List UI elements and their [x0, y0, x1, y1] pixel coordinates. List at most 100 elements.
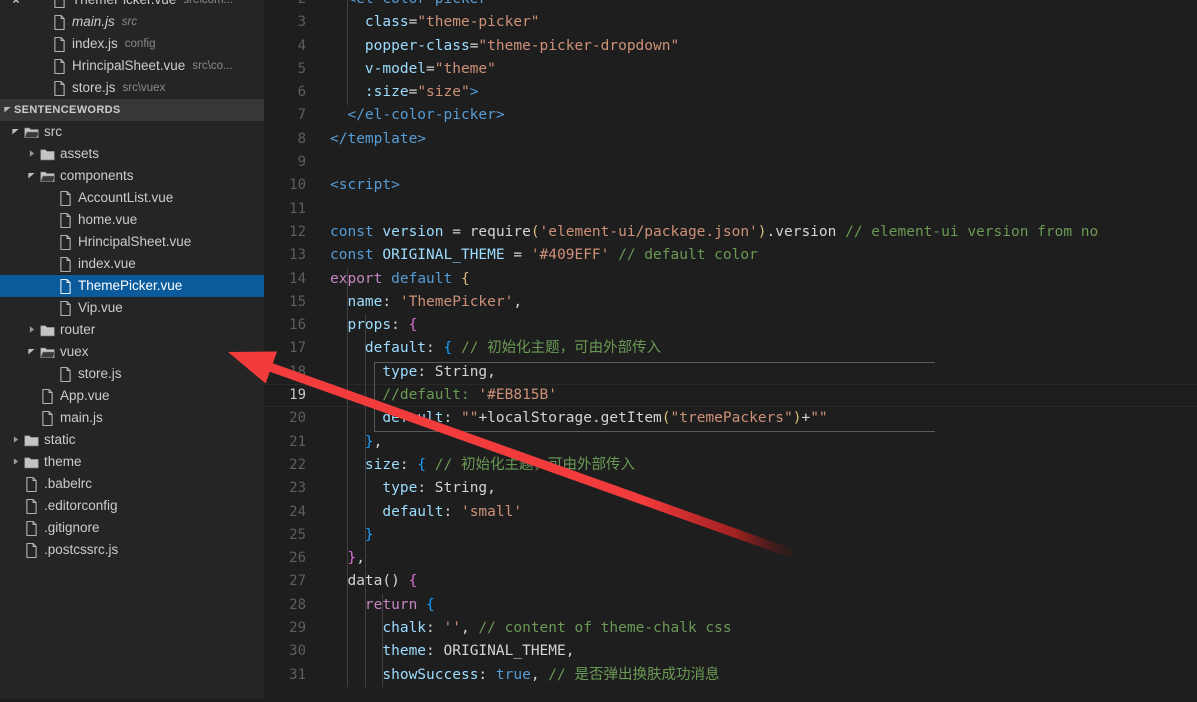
code-line[interactable]: 3 class="theme-picker" [264, 11, 1197, 34]
tree-item-label: .gitignore [44, 520, 100, 535]
code-line[interactable]: 18 type: String, [264, 361, 1197, 384]
code-line[interactable]: 4 popper-class="theme-picker-dropdown" [264, 35, 1197, 58]
code-line[interactable]: 8 </template> [264, 128, 1197, 151]
tree-file-app-vue[interactable]: App.vue [0, 385, 264, 407]
code-token: "size" [417, 84, 470, 101]
code-line[interactable]: 2 <el-color-picker [264, 0, 1197, 11]
code-line[interactable]: 9 [264, 151, 1197, 174]
line-number: 9 [297, 154, 306, 171]
code-line[interactable]: 24 default: 'small' [264, 501, 1197, 524]
code-line[interactable]: 26 }, [264, 547, 1197, 570]
code-line[interactable]: 13 const ORIGINAL_THEME = '#409EFF' // de… [264, 244, 1197, 267]
chevron-down-icon[interactable] [8, 121, 22, 143]
tree-file-hrincipalsheet-vue[interactable]: HrincipalSheet.vue [0, 231, 264, 253]
tree-folder-assets[interactable]: assets [0, 143, 264, 165]
code-line[interactable]: 30 theme: ORIGINAL_THEME, [264, 640, 1197, 663]
tree-item-label: .postcssrc.js [44, 542, 119, 557]
code-line[interactable]: 19 //default: '#EB815B' [264, 384, 1197, 407]
code-line[interactable]: 6 :size="size"> [264, 81, 1197, 104]
code-line[interactable]: 28 return { [264, 594, 1197, 617]
chevron-down-icon[interactable] [24, 165, 38, 187]
file-icon [50, 36, 68, 52]
code-token: type [382, 363, 418, 380]
code-token: = [408, 84, 418, 101]
tree-folder-theme[interactable]: theme [0, 451, 264, 473]
open-editor-item[interactable]: index.js config [0, 33, 264, 55]
line-number: 28 [289, 596, 306, 613]
chevron-down-icon[interactable] [0, 99, 14, 121]
code-line-text: v-model="theme" [320, 58, 1197, 81]
line-number: 18 [289, 363, 306, 380]
code-line[interactable]: 15 name: 'ThemePicker', [264, 291, 1197, 314]
code-token: : [426, 340, 444, 357]
open-editor-item[interactable]: HrincipalSheet.vue src\co... [0, 55, 264, 77]
tree-file--postcssrc-js[interactable]: .postcssrc.js [0, 539, 264, 561]
line-number: 25 [289, 526, 306, 543]
code-token: : [399, 456, 418, 473]
code-token: 'small' [460, 503, 523, 520]
code-token: class [364, 14, 409, 31]
open-editor-item[interactable]: main.js src [0, 11, 264, 33]
tree-folder-static[interactable]: static [0, 429, 264, 451]
code-token: chalk [382, 620, 427, 637]
open-editor-item[interactable]: × ThemePicker.vue src\com... [0, 0, 264, 11]
chevron-right-icon[interactable] [24, 319, 38, 341]
folder-icon [22, 456, 40, 469]
tree-file-store-js[interactable]: store.js [0, 363, 264, 385]
code-editor[interactable]: 2 <el-color-picker3 class="theme-picker"… [264, 0, 1197, 702]
tree-file-accountlist-vue[interactable]: AccountList.vue [0, 187, 264, 209]
code-line[interactable]: 16 props: { [264, 314, 1197, 337]
code-line-text: const version = require('element-ui/pack… [320, 221, 1197, 244]
tree-folder-src[interactable]: src [0, 121, 264, 143]
code-line[interactable]: 5 v-model="theme" [264, 58, 1197, 81]
chevron-right-icon[interactable] [8, 429, 22, 451]
code-token: name [347, 293, 383, 310]
code-line[interactable]: 29 chalk: '', // content of theme-chalk … [264, 617, 1197, 640]
open-editor-item[interactable]: store.js src\vuex [0, 77, 264, 99]
tree-item-label: vuex [60, 344, 89, 359]
code-line[interactable]: 22 size: { // 初始化主题，可由外部传入 [264, 454, 1197, 477]
line-number: 17 [289, 340, 306, 357]
code-line[interactable]: 27 data() { [264, 570, 1197, 593]
tree-file-home-vue[interactable]: home.vue [0, 209, 264, 231]
code-line[interactable]: 23 type: String, [264, 477, 1197, 500]
sidebar-section-sentencewords[interactable]: SENTENCEWORDS [0, 99, 264, 121]
tree-folder-router[interactable]: router [0, 319, 264, 341]
close-icon[interactable]: × [8, 0, 24, 11]
explorer-sidebar: ×ThemePicker.vuesrc\com...main.jssrcinde… [0, 0, 264, 702]
code-line[interactable]: 7 </el-color-picker> [264, 104, 1197, 127]
chevron-right-icon[interactable] [8, 451, 22, 473]
chevron-down-icon[interactable] [24, 341, 38, 363]
tree-file-index-vue[interactable]: index.vue [0, 253, 264, 275]
code-line[interactable]: 10 <script> [264, 174, 1197, 197]
code-token: ORIGINAL_THEME [443, 643, 566, 660]
code-line[interactable]: 20 default: ""+localStorage.getItem("tre… [264, 407, 1197, 430]
tree-folder-components[interactable]: components [0, 165, 264, 187]
code-line[interactable]: 21 }, [264, 431, 1197, 454]
tree-file--editorconfig[interactable]: .editorconfig [0, 495, 264, 517]
code-token: '#409EFF' [530, 247, 610, 264]
tree-file-themepicker-vue[interactable]: ThemePicker.vue [0, 275, 264, 297]
code-line[interactable]: 14 export default { [264, 268, 1197, 291]
tree-file-main-js[interactable]: main.js [0, 407, 264, 429]
code-line[interactable]: 17 default: { // 初始化主题，可由外部传入 [264, 337, 1197, 360]
tree-folder-vuex[interactable]: vuex [0, 341, 264, 363]
code-token: : [478, 666, 496, 683]
workspace-section-header[interactable]: SENTENCEWORDS [0, 99, 264, 121]
tree-file--babelrc[interactable]: .babelrc [0, 473, 264, 495]
code-line[interactable]: 31 showSuccess: true, // 是否弹出换肤成功消息 [264, 664, 1197, 687]
file-icon [22, 542, 40, 558]
tree-file--gitignore[interactable]: .gitignore [0, 517, 264, 539]
folder-icon [22, 434, 40, 447]
code-line[interactable]: 11 [264, 198, 1197, 221]
tree-file-vip-vue[interactable]: Vip.vue [0, 297, 264, 319]
code-token: , [460, 620, 479, 637]
code-line[interactable]: 12 const version = require('element-ui/pa… [264, 221, 1197, 244]
file-icon [56, 278, 74, 294]
code-line[interactable]: 25 } [264, 524, 1197, 547]
chevron-right-icon[interactable] [24, 143, 38, 165]
